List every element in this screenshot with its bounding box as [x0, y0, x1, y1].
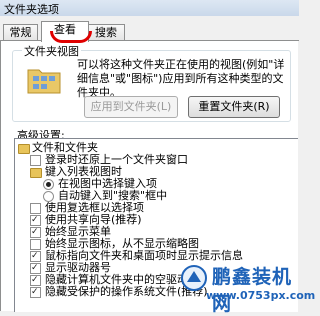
watermark: 鹏鑫装机网 www.0753px.com [180, 262, 315, 315]
tab-search[interactable]: 搜索 [87, 24, 125, 41]
tab-search-label: 搜索 [95, 26, 117, 39]
folder-views-label: 文件夹视图 [22, 43, 81, 59]
window-title: 文件夹选项 [4, 3, 59, 16]
folder-icon [30, 168, 42, 178]
reset-folders-button[interactable]: 重置文件夹(R) [188, 96, 280, 118]
title-bar: 文件夹选项 [0, 0, 299, 16]
apply-to-folders-button[interactable]: 应用到文件夹(L) [84, 96, 178, 118]
checkbox[interactable] [30, 225, 41, 239]
folder-icon [18, 144, 30, 154]
checkbox[interactable] [30, 285, 41, 299]
red-highlight-mark [50, 31, 92, 43]
watermark-logo-icon [181, 265, 207, 291]
tab-general[interactable]: 常规 [3, 24, 38, 41]
checkbox[interactable] [30, 155, 41, 166]
folder-views-description: 可以将这种文件夹正在使用的视图(例如"详细信息"或"图标")应用到所有这种类型的… [77, 58, 285, 99]
watermark-url: www.0753px.com [206, 289, 316, 302]
tab-general-label: 常规 [9, 26, 32, 39]
folder-views-icon [27, 69, 61, 94]
radio-button[interactable] [43, 179, 54, 190]
